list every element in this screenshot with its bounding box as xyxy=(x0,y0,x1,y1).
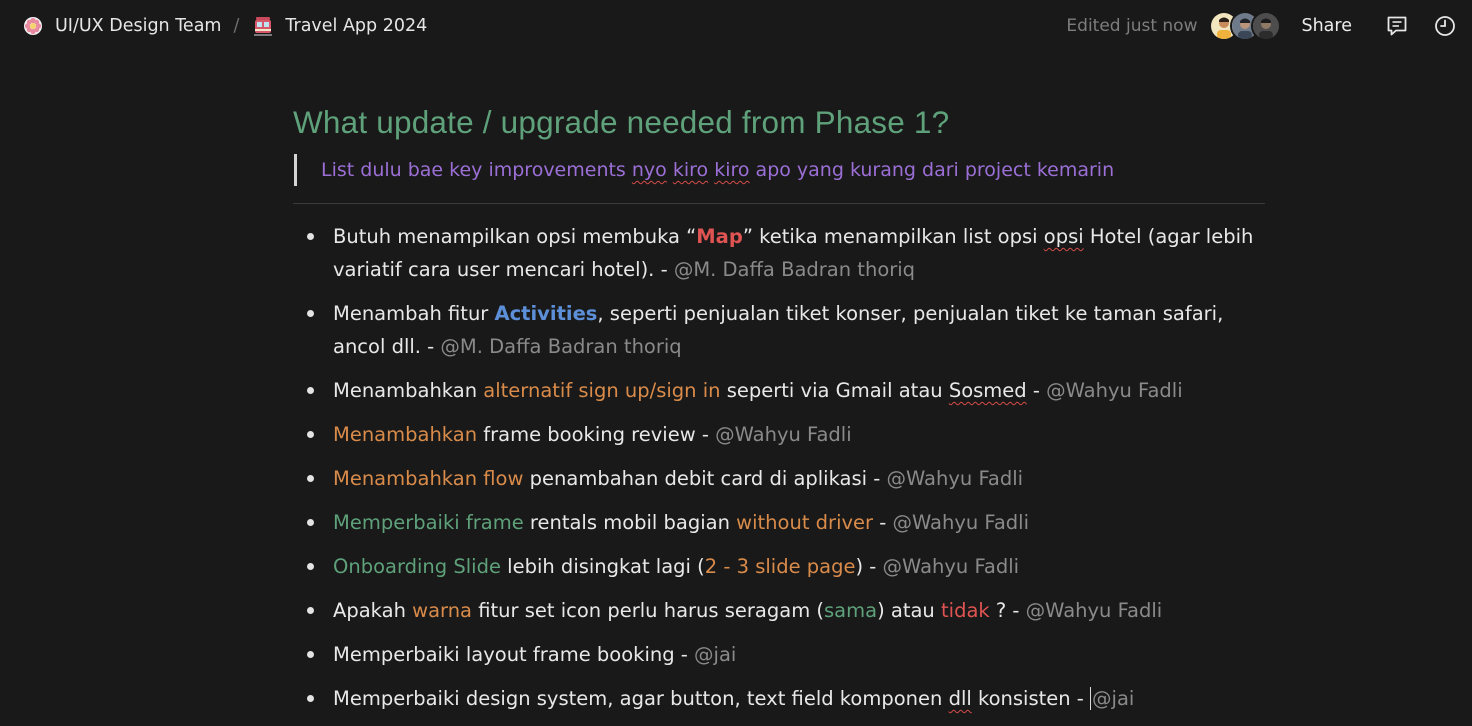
item-text: fitur set icon perlu harus seragam ( xyxy=(472,599,825,622)
item-text: Menambahkan xyxy=(333,379,484,402)
breadcrumb-page-label: Travel App 2024 xyxy=(285,16,428,36)
list-item[interactable]: Memperbaiki layout frame booking - @jai xyxy=(293,638,1265,671)
user-mention[interactable]: @jai xyxy=(1092,687,1134,710)
item-text: penambahan debit card di aplikasi - xyxy=(523,467,887,490)
user-mention[interactable]: @Wahyu Fadli xyxy=(887,467,1024,490)
item-text: seperti via Gmail atau xyxy=(720,379,949,402)
share-button[interactable]: Share xyxy=(1301,16,1352,36)
user-mention[interactable]: @Wahyu Fadli xyxy=(1026,599,1163,622)
breadcrumb-separator: / xyxy=(233,16,240,36)
breadcrumb-workspace[interactable]: UI/UX Design Team xyxy=(18,12,225,40)
list-item[interactable]: Memperbaiki frame rentals mobil bagian w… xyxy=(293,506,1265,539)
misspelled-word: dll xyxy=(948,687,972,710)
item-text: konsisten - xyxy=(971,687,1091,710)
avatar[interactable] xyxy=(1251,11,1282,41)
list-item[interactable]: Menambahkan flow penambahan debit card d… xyxy=(293,462,1265,495)
user-avatar-icon xyxy=(1253,13,1280,39)
item-text: Menambah fitur xyxy=(333,302,495,325)
quote-text: List dulu bae key improvements xyxy=(321,159,632,181)
item-text: ) - xyxy=(855,555,883,578)
highlight-text: Menambahkan flow xyxy=(333,467,524,490)
collaborator-avatars[interactable] xyxy=(1209,11,1282,41)
user-mention[interactable]: @Wahyu Fadli xyxy=(1046,379,1183,402)
highlight-text: Memperbaiki frame xyxy=(333,511,524,534)
quote-misspelled-word: nyo xyxy=(631,159,667,181)
highlight-text: tidak xyxy=(941,599,990,622)
top-bar: UI/UX Design Team / Travel App 2024 Edit… xyxy=(0,0,1472,52)
item-text: lebih disingkat lagi ( xyxy=(500,555,705,578)
user-mention[interactable]: @Wahyu Fadli xyxy=(715,423,852,446)
list-item[interactable]: Onboarding Slide lebih disingkat lagi (2… xyxy=(293,550,1265,583)
breadcrumb-workspace-label: UI/UX Design Team xyxy=(55,16,222,36)
tram-emoji-icon xyxy=(254,17,273,36)
user-mention[interactable]: @jai xyxy=(694,643,736,666)
breadcrumb-page[interactable]: Travel App 2024 xyxy=(248,12,431,40)
edited-status: Edited just now xyxy=(1066,16,1198,36)
improvement-list: Butuh menampilkan opsi membuka “Map” ket… xyxy=(293,220,1265,715)
list-item[interactable]: Butuh menampilkan opsi membuka “Map” ket… xyxy=(293,220,1265,286)
highlight-text: without driver xyxy=(736,511,874,534)
misspelled-word: Sosmed xyxy=(948,379,1027,402)
highlight-text: Map xyxy=(696,225,743,248)
comments-button[interactable] xyxy=(1384,13,1410,39)
quote-block[interactable]: List dulu bae key improvements nyo kiro … xyxy=(294,154,1265,186)
breadcrumb: UI/UX Design Team / Travel App 2024 xyxy=(18,12,431,40)
quote-misspelled-word: kiro xyxy=(714,159,750,181)
item-text: ? - xyxy=(989,599,1026,622)
highlight-text: warna xyxy=(412,599,473,622)
item-text: Memperbaiki layout frame booking - xyxy=(333,643,695,666)
highlight-text: Activities xyxy=(494,302,598,325)
list-item[interactable]: Menambah fitur Activities, seperti penju… xyxy=(293,297,1265,363)
list-item[interactable]: Apakah warna fitur set icon perlu harus … xyxy=(293,594,1265,627)
item-text: Memperbaiki design system, agar button, … xyxy=(333,687,949,710)
comments-icon xyxy=(1387,16,1407,36)
user-mention[interactable]: @M. Daffa Badran thoriq xyxy=(440,335,681,358)
quote-text: apo yang kurang dari project kemarin xyxy=(749,159,1115,181)
item-text: - xyxy=(873,511,893,534)
item-text: ” ketika menampilkan list opsi xyxy=(742,225,1044,248)
divider xyxy=(293,203,1265,204)
document-body: What update / upgrade needed from Phase … xyxy=(293,96,1265,726)
list-item[interactable]: Memperbaiki design system, agar button, … xyxy=(293,682,1265,715)
item-text: Apakah xyxy=(333,599,413,622)
highlight-text: Menambahkan xyxy=(333,423,478,446)
user-mention[interactable]: @M. Daffa Badran thoriq xyxy=(674,258,915,281)
highlight-text: sama xyxy=(824,599,878,622)
history-button[interactable] xyxy=(1432,13,1458,39)
user-mention[interactable]: @Wahyu Fadli xyxy=(892,511,1029,534)
text-cursor xyxy=(1090,687,1092,710)
highlight-text: Onboarding Slide xyxy=(333,555,501,578)
item-text: Butuh menampilkan opsi membuka “ xyxy=(333,225,697,248)
flower-emoji-icon xyxy=(24,17,42,35)
highlight-text: 2 - 3 slide page xyxy=(704,555,856,578)
highlight-text: alternatif sign up/sign in xyxy=(483,379,721,402)
list-item[interactable]: Menambahkan frame booking review - @Wahy… xyxy=(293,418,1265,451)
item-text: rentals mobil bagian xyxy=(523,511,737,534)
item-text: - xyxy=(1026,379,1047,402)
history-clock-icon xyxy=(1435,16,1455,36)
quote-misspelled-word: kiro xyxy=(672,159,709,181)
item-text: frame booking review - xyxy=(477,423,716,446)
user-mention[interactable]: @Wahyu Fadli xyxy=(883,555,1020,578)
header-actions: Edited just now Share xyxy=(1066,11,1458,41)
misspelled-word: opsi xyxy=(1043,225,1084,248)
section-heading[interactable]: What update / upgrade needed from Phase … xyxy=(293,96,1265,148)
item-text: ) atau xyxy=(877,599,941,622)
list-item[interactable]: Menambahkan alternatif sign up/sign in s… xyxy=(293,374,1265,407)
